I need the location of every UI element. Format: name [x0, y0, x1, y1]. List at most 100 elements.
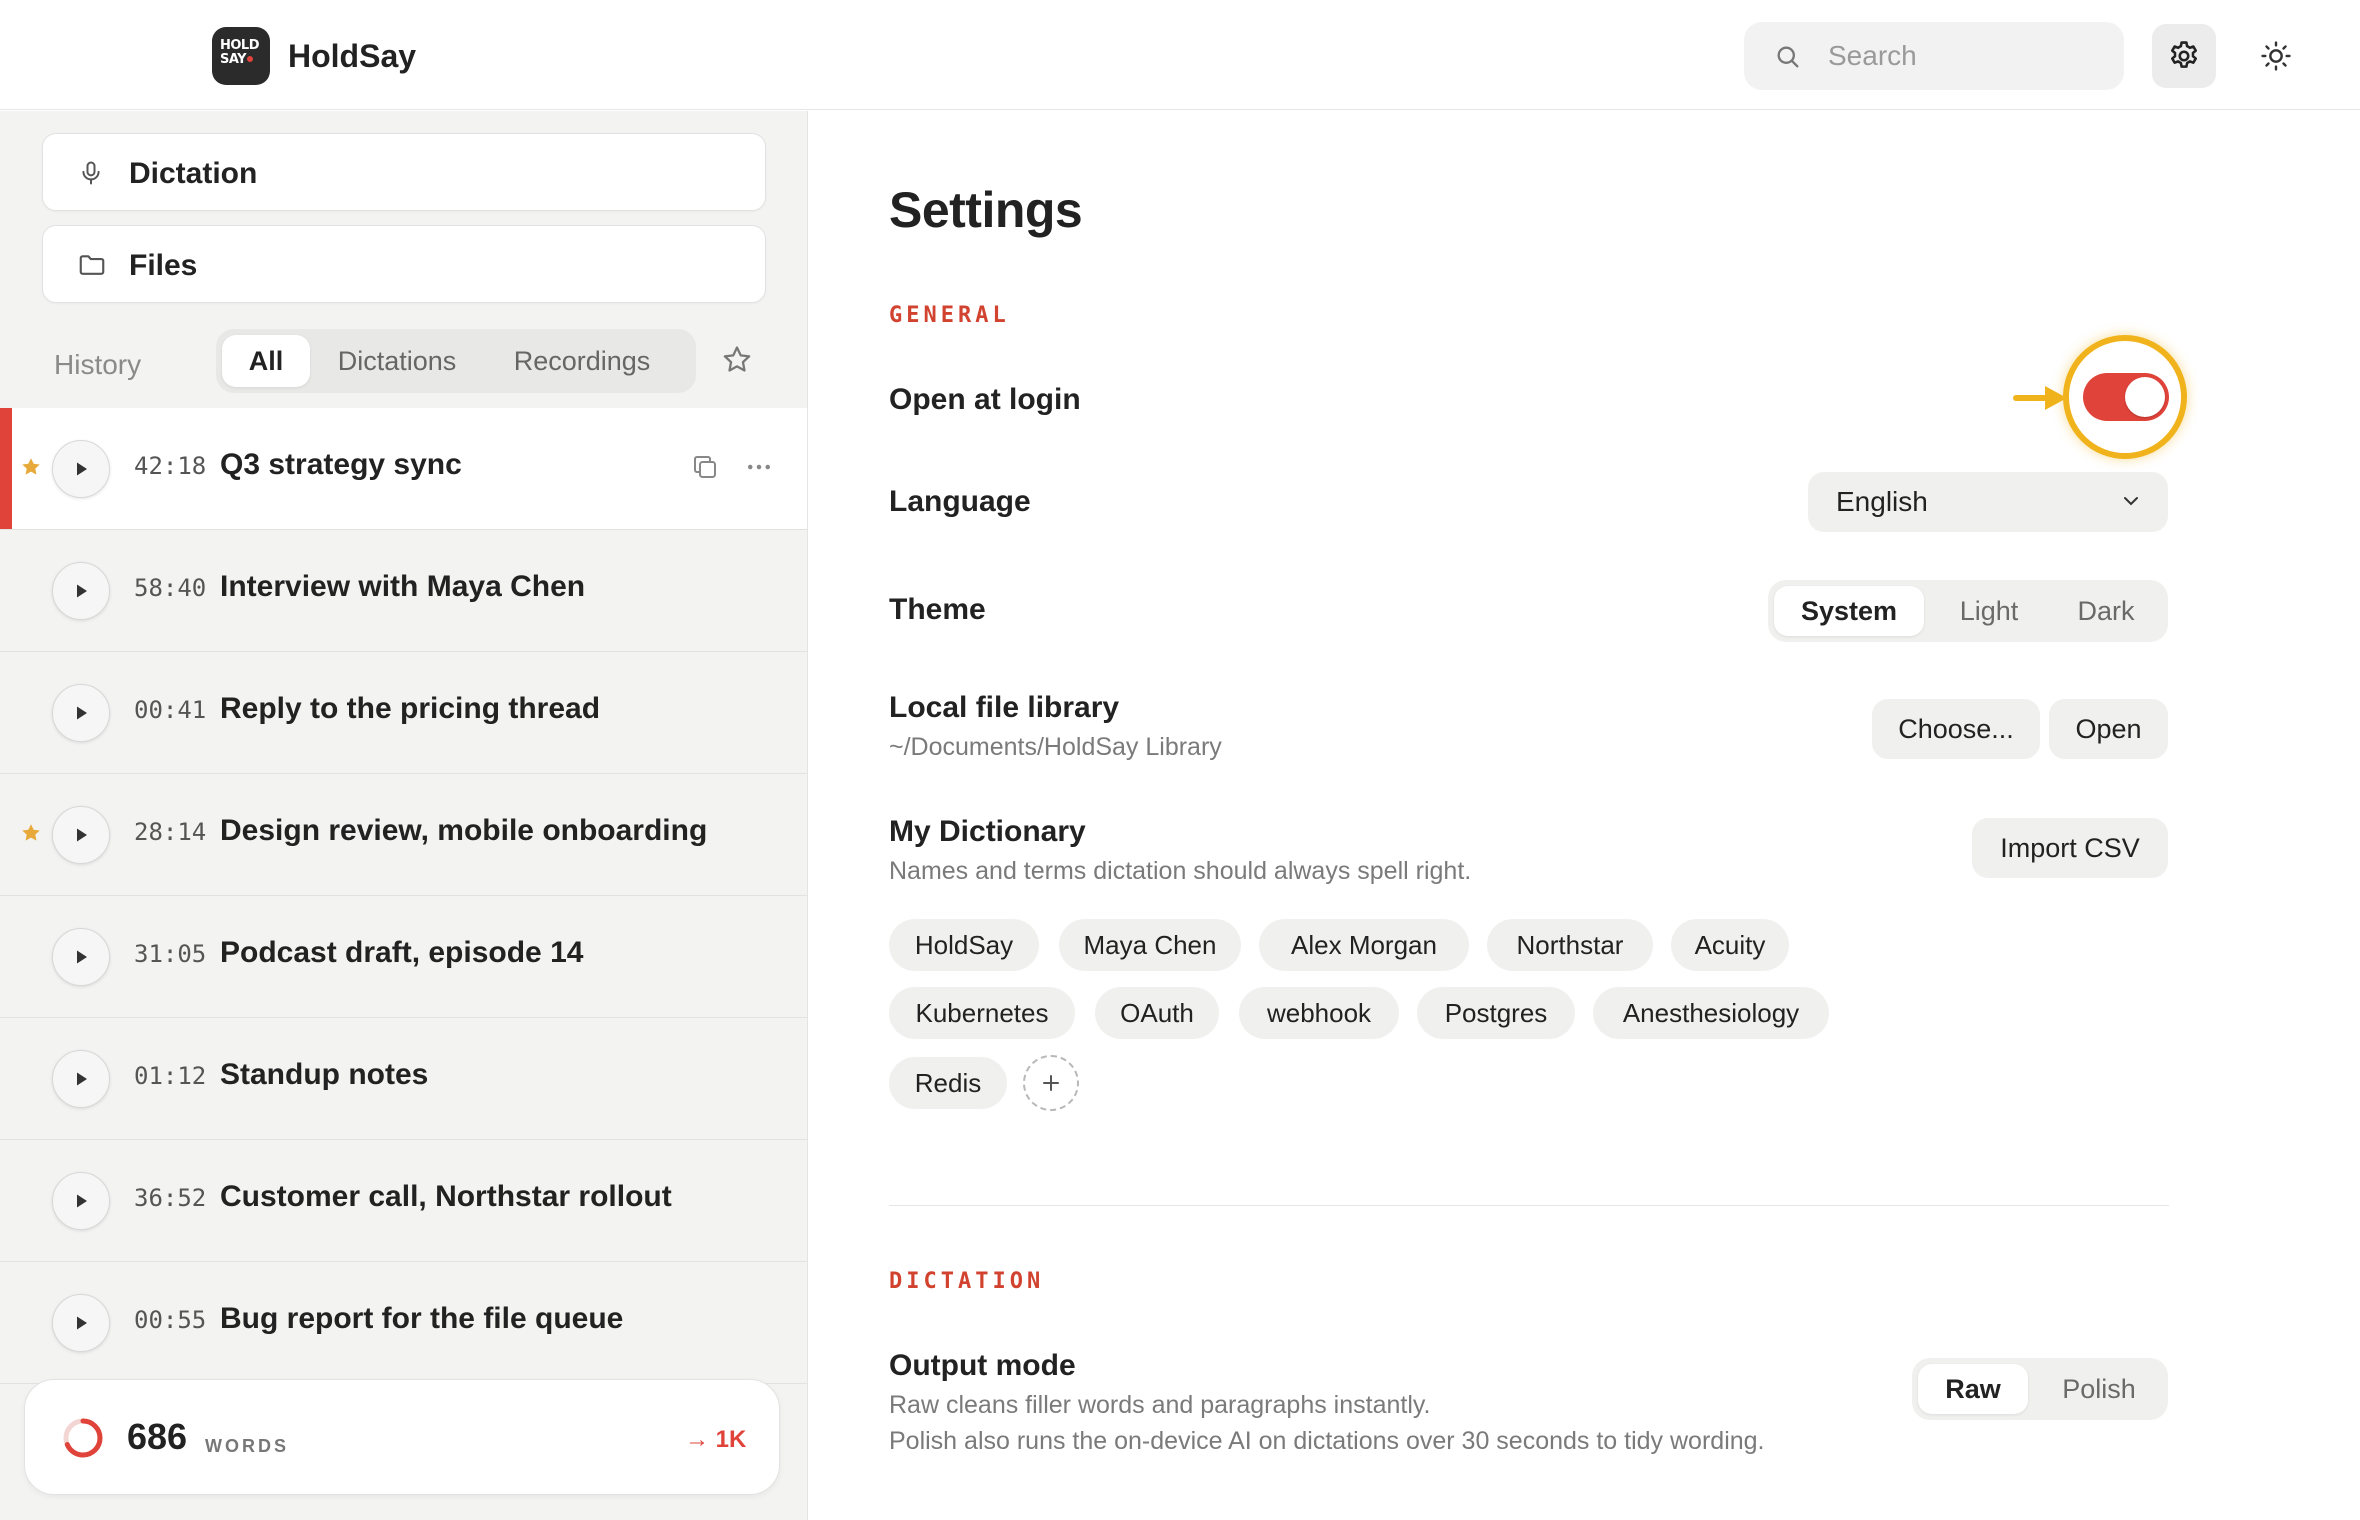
plus-icon [1043, 1075, 1059, 1091]
history-list: 42:18 Q3 strategy sync 58:40 Interview w… [0, 408, 807, 1384]
add-term-button[interactable] [1023, 1055, 1079, 1111]
play-icon [77, 1316, 87, 1330]
play-button[interactable] [52, 562, 110, 620]
dictionary-chip[interactable]: Maya Chen [1059, 919, 1241, 971]
search-input[interactable] [1828, 36, 2098, 76]
history-row[interactable]: 00:55 Bug report for the file queue [0, 1262, 807, 1384]
word-goal: → 1K [685, 1426, 747, 1453]
dictionary-chip[interactable]: Northstar [1487, 919, 1653, 971]
play-icon [77, 1194, 87, 1208]
play-icon [77, 584, 87, 598]
dictionary-chip[interactable]: Anesthesiology [1593, 987, 1829, 1039]
theme-toggle-button[interactable] [2244, 24, 2308, 88]
copy-icon[interactable] [690, 452, 720, 482]
history-row[interactable]: 58:40 Interview with Maya Chen [0, 530, 807, 652]
play-icon [77, 1072, 87, 1086]
library-label: Local file library [889, 691, 1120, 724]
output-mode-polish[interactable]: Polish [2036, 1364, 2162, 1414]
dictionary-description: Names and terms dictation should always … [889, 857, 1472, 885]
dictionary-chip[interactable]: Kubernetes [889, 987, 1075, 1039]
filter-all[interactable]: All [222, 335, 310, 387]
row-duration: 31:05 [134, 940, 207, 968]
star-icon [22, 458, 40, 475]
play-icon [77, 828, 87, 842]
nav-dictation-label: Dictation [129, 157, 258, 190]
more-icon[interactable] [744, 452, 774, 482]
play-button[interactable] [52, 928, 110, 986]
row-title: Customer call, Northstar rollout [220, 1180, 672, 1213]
dictionary-chip[interactable]: Postgres [1417, 987, 1575, 1039]
theme-dark[interactable]: Dark [2050, 586, 2162, 636]
row-title: Podcast draft, episode 14 [220, 936, 584, 969]
theme-system[interactable]: System [1774, 586, 1924, 636]
import-csv-button[interactable]: Import CSV [1972, 818, 2168, 878]
filter-recordings[interactable]: Recordings [482, 335, 682, 387]
star-filter-icon[interactable] [720, 343, 754, 377]
history-row[interactable]: 00:41 Reply to the pricing thread [0, 652, 807, 774]
history-row[interactable]: 42:18 Q3 strategy sync [0, 408, 807, 530]
play-icon [77, 706, 87, 720]
microphone-icon [82, 161, 100, 185]
word-count: 686 [127, 1416, 188, 1457]
library-path: ~/Documents/HoldSay Library [889, 733, 1222, 761]
play-button[interactable] [52, 806, 110, 864]
history-label: History [54, 349, 142, 380]
open-at-login-toggle[interactable] [2083, 373, 2169, 421]
theme-light[interactable]: Light [1934, 586, 2044, 636]
nav-files[interactable]: Files [42, 225, 766, 303]
section-divider [889, 1205, 2169, 1206]
history-row[interactable]: 01:12 Standup notes [0, 1018, 807, 1140]
play-button[interactable] [52, 440, 110, 498]
language-select[interactable]: English [1808, 472, 2168, 532]
row-duration: 00:55 [134, 1306, 207, 1334]
progress-ring [63, 1418, 103, 1458]
output-mode-desc-raw: Raw cleans filler words and paragraphs i… [889, 1391, 1431, 1419]
open-library-button[interactable]: Open [2049, 699, 2168, 759]
play-button[interactable] [52, 684, 110, 742]
settings-panel: Settings GENERAL Open at login Language … [809, 111, 2360, 1520]
play-button[interactable] [52, 1294, 110, 1352]
dictionary-chip[interactable]: webhook [1239, 987, 1399, 1039]
app-header: HOLD SAY HoldSay [0, 0, 2360, 110]
dictionary-chip[interactable]: OAuth [1095, 987, 1219, 1039]
filter-dictations[interactable]: Dictations [322, 335, 472, 387]
dictionary-chip[interactable]: Acuity [1671, 919, 1789, 971]
play-icon [77, 950, 87, 964]
toggle-knob [2125, 377, 2165, 417]
choose-library-button[interactable]: Choose... [1872, 699, 2040, 759]
language-label: Language [889, 485, 1031, 518]
row-duration: 36:52 [134, 1184, 207, 1212]
search-icon [1777, 46, 1799, 68]
play-button[interactable] [52, 1172, 110, 1230]
dictionary-chip[interactable]: Redis [889, 1057, 1007, 1109]
history-row[interactable]: 36:52 Customer call, Northstar rollout [0, 1140, 807, 1262]
dictionary-label: My Dictionary [889, 815, 1086, 848]
settings-button[interactable] [2152, 24, 2216, 88]
word-count-label: WORDS [205, 1436, 289, 1456]
theme-label: Theme [889, 593, 986, 626]
history-row[interactable]: 31:05 Podcast draft, episode 14 [0, 896, 807, 1018]
sun-icon [2261, 41, 2291, 71]
history-row[interactable]: 28:14 Design review, mobile onboarding [0, 774, 807, 896]
search-box[interactable] [1744, 22, 2124, 90]
nav-dictation[interactable]: Dictation [42, 133, 766, 211]
row-title: Design review, mobile onboarding [220, 814, 708, 847]
row-duration: 42:18 [134, 452, 207, 480]
history-filter: All Dictations Recordings [216, 329, 696, 393]
dictionary-chip[interactable]: Alex Morgan [1259, 919, 1469, 971]
row-title: Bug report for the file queue [220, 1302, 624, 1335]
page-title: Settings [889, 182, 1083, 238]
selection-indicator [0, 408, 12, 529]
logo-text-top: HOLD [220, 38, 260, 53]
dictionary-chip[interactable]: HoldSay [889, 919, 1039, 971]
open-at-login-label: Open at login [889, 383, 1081, 416]
theme-segmented: System Light Dark [1768, 580, 2168, 642]
app-logo: HOLD SAY [212, 27, 270, 85]
output-mode-desc-polish: Polish also runs the on-device AI on dic… [889, 1427, 1765, 1455]
row-duration: 28:14 [134, 818, 207, 846]
output-mode-raw[interactable]: Raw [1918, 1364, 2028, 1414]
play-button[interactable] [52, 1050, 110, 1108]
chevron-down-icon [2124, 497, 2138, 506]
section-dictation: DICTATION [889, 1269, 1045, 1294]
nav-files-label: Files [129, 249, 198, 282]
